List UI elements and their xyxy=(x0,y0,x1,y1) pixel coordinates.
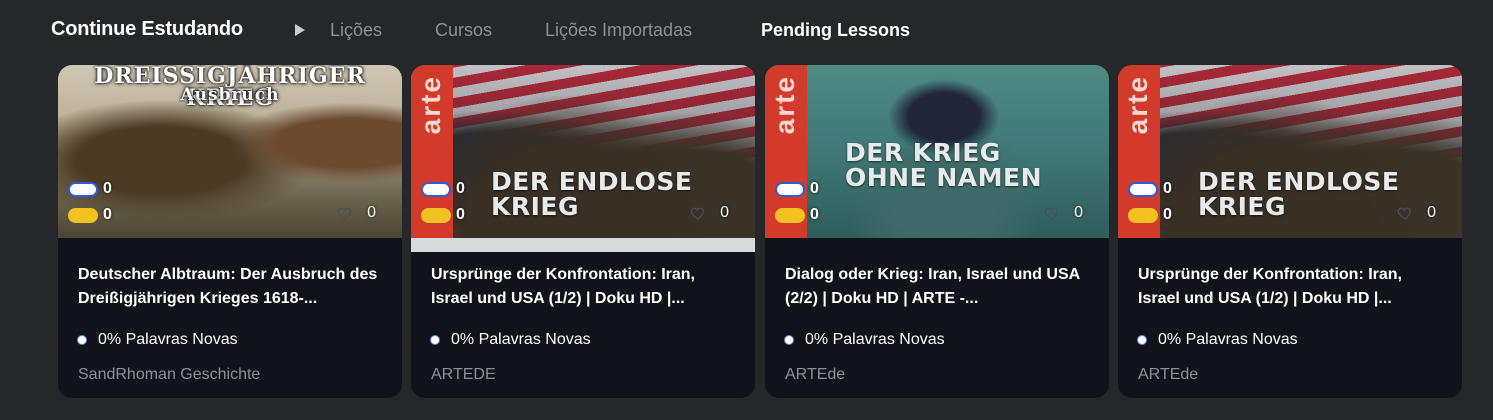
lesson-thumbnail[interactable]: Dreißigjähriger Krieg Ausbruch 0 0 0 xyxy=(58,65,402,238)
thumbnail-title: DER KRIEG OHNE NAMEN xyxy=(845,138,1043,192)
learning-pill-icon xyxy=(421,207,451,223)
dot-icon xyxy=(78,336,86,344)
learning-pill-icon xyxy=(68,207,98,223)
channel-name[interactable]: ARTEde xyxy=(1138,366,1198,384)
lesson-title[interactable]: Ursprünge der Konfrontation: Iran, Israe… xyxy=(431,263,741,311)
arte-logo: arte xyxy=(769,75,800,135)
tab-licoes[interactable]: Lições xyxy=(330,20,382,41)
play-icon[interactable] xyxy=(295,24,305,36)
lesson-title[interactable]: Dialog oder Krieg: Iran, Israel und USA … xyxy=(785,263,1095,311)
known-pill-icon xyxy=(68,181,98,197)
tab-pending-lessons[interactable]: Pending Lessons xyxy=(761,20,910,41)
lesson-thumbnail[interactable]: arte DER ENDLOSE KRIEG 0 0 0 xyxy=(411,65,755,238)
likes-count: 0 xyxy=(1074,204,1083,221)
known-words-stat: 0 xyxy=(421,180,465,198)
tab-licoes-importadas[interactable]: Lições Importadas xyxy=(545,20,692,41)
section-header: Continue Estudando Lições Cursos Lições … xyxy=(0,0,1493,62)
likes[interactable]: 0 xyxy=(337,204,376,222)
heart-icon[interactable] xyxy=(337,205,353,221)
tab-cursos[interactable]: Cursos xyxy=(435,20,492,41)
learning-pill-icon xyxy=(1128,207,1158,223)
heart-icon[interactable] xyxy=(1397,205,1413,221)
learning-words-stat: 0 xyxy=(421,206,465,224)
known-pill-icon xyxy=(1128,181,1158,197)
likes[interactable]: 0 xyxy=(1397,204,1436,222)
thumbnail-title: DER ENDLOSE KRIEG xyxy=(1198,167,1400,221)
learning-words-stat: 0 xyxy=(1128,206,1172,224)
thumbnail-subtitle: Ausbruch xyxy=(180,85,280,105)
known-count: 0 xyxy=(456,180,465,197)
new-words-stat: 0% Palavras Novas xyxy=(1138,331,1298,349)
known-pill-icon xyxy=(775,181,805,197)
section-title: Continue Estudando xyxy=(51,18,243,40)
learning-count: 0 xyxy=(810,206,819,223)
arte-logo: arte xyxy=(1122,75,1153,135)
lesson-title[interactable]: Ursprünge der Konfrontation: Iran, Israe… xyxy=(1138,263,1448,311)
new-words-stat: 0% Palavras Novas xyxy=(78,331,238,349)
lesson-card[interactable]: arte DER ENDLOSE KRIEG 0 0 0 Ursprünge d… xyxy=(1118,65,1462,398)
lesson-card[interactable]: arte DER KRIEG OHNE NAMEN 0 0 0 Dialog o… xyxy=(765,65,1109,398)
lesson-thumbnail[interactable]: arte DER KRIEG OHNE NAMEN 0 0 0 xyxy=(765,65,1109,238)
known-words-stat: 0 xyxy=(775,180,819,198)
likes[interactable]: 0 xyxy=(1044,204,1083,222)
channel-name[interactable]: ARTEDE xyxy=(431,366,496,384)
learning-words-stat: 0 xyxy=(68,206,112,224)
dot-icon xyxy=(785,336,793,344)
dot-icon xyxy=(431,336,439,344)
channel-name[interactable]: ARTEde xyxy=(785,366,845,384)
new-words-stat: 0% Palavras Novas xyxy=(431,331,591,349)
learning-count: 0 xyxy=(103,206,112,223)
likes-count: 0 xyxy=(1427,204,1436,221)
lesson-card[interactable]: arte DER ENDLOSE KRIEG 0 0 0 Ursprünge d… xyxy=(411,65,755,398)
learning-pill-icon xyxy=(775,207,805,223)
likes-count: 0 xyxy=(367,204,376,221)
heart-icon[interactable] xyxy=(1044,205,1060,221)
new-words-label: 0% Palavras Novas xyxy=(1158,331,1298,348)
known-words-stat: 0 xyxy=(1128,180,1172,198)
new-words-label: 0% Palavras Novas xyxy=(451,331,591,348)
lesson-title[interactable]: Deutscher Albtraum: Der Ausbruch des Dre… xyxy=(78,263,388,311)
arte-logo: arte xyxy=(415,75,446,135)
known-count: 0 xyxy=(103,180,112,197)
learning-count: 0 xyxy=(456,206,465,223)
known-pill-icon xyxy=(421,181,451,197)
known-words-stat: 0 xyxy=(68,180,112,198)
learning-count: 0 xyxy=(1163,206,1172,223)
channel-name[interactable]: SandRhoman Geschichte xyxy=(78,366,260,384)
likes-count: 0 xyxy=(720,204,729,221)
new-words-label: 0% Palavras Novas xyxy=(98,331,238,348)
likes[interactable]: 0 xyxy=(690,204,729,222)
dot-icon xyxy=(1138,336,1146,344)
heart-icon[interactable] xyxy=(690,205,706,221)
new-words-stat: 0% Palavras Novas xyxy=(785,331,945,349)
progress-bar xyxy=(411,238,755,252)
new-words-label: 0% Palavras Novas xyxy=(805,331,945,348)
learning-words-stat: 0 xyxy=(775,206,819,224)
lesson-card[interactable]: Dreißigjähriger Krieg Ausbruch 0 0 0 Deu… xyxy=(58,65,402,398)
known-count: 0 xyxy=(810,180,819,197)
known-count: 0 xyxy=(1163,180,1172,197)
lesson-thumbnail[interactable]: arte DER ENDLOSE KRIEG 0 0 0 xyxy=(1118,65,1462,238)
